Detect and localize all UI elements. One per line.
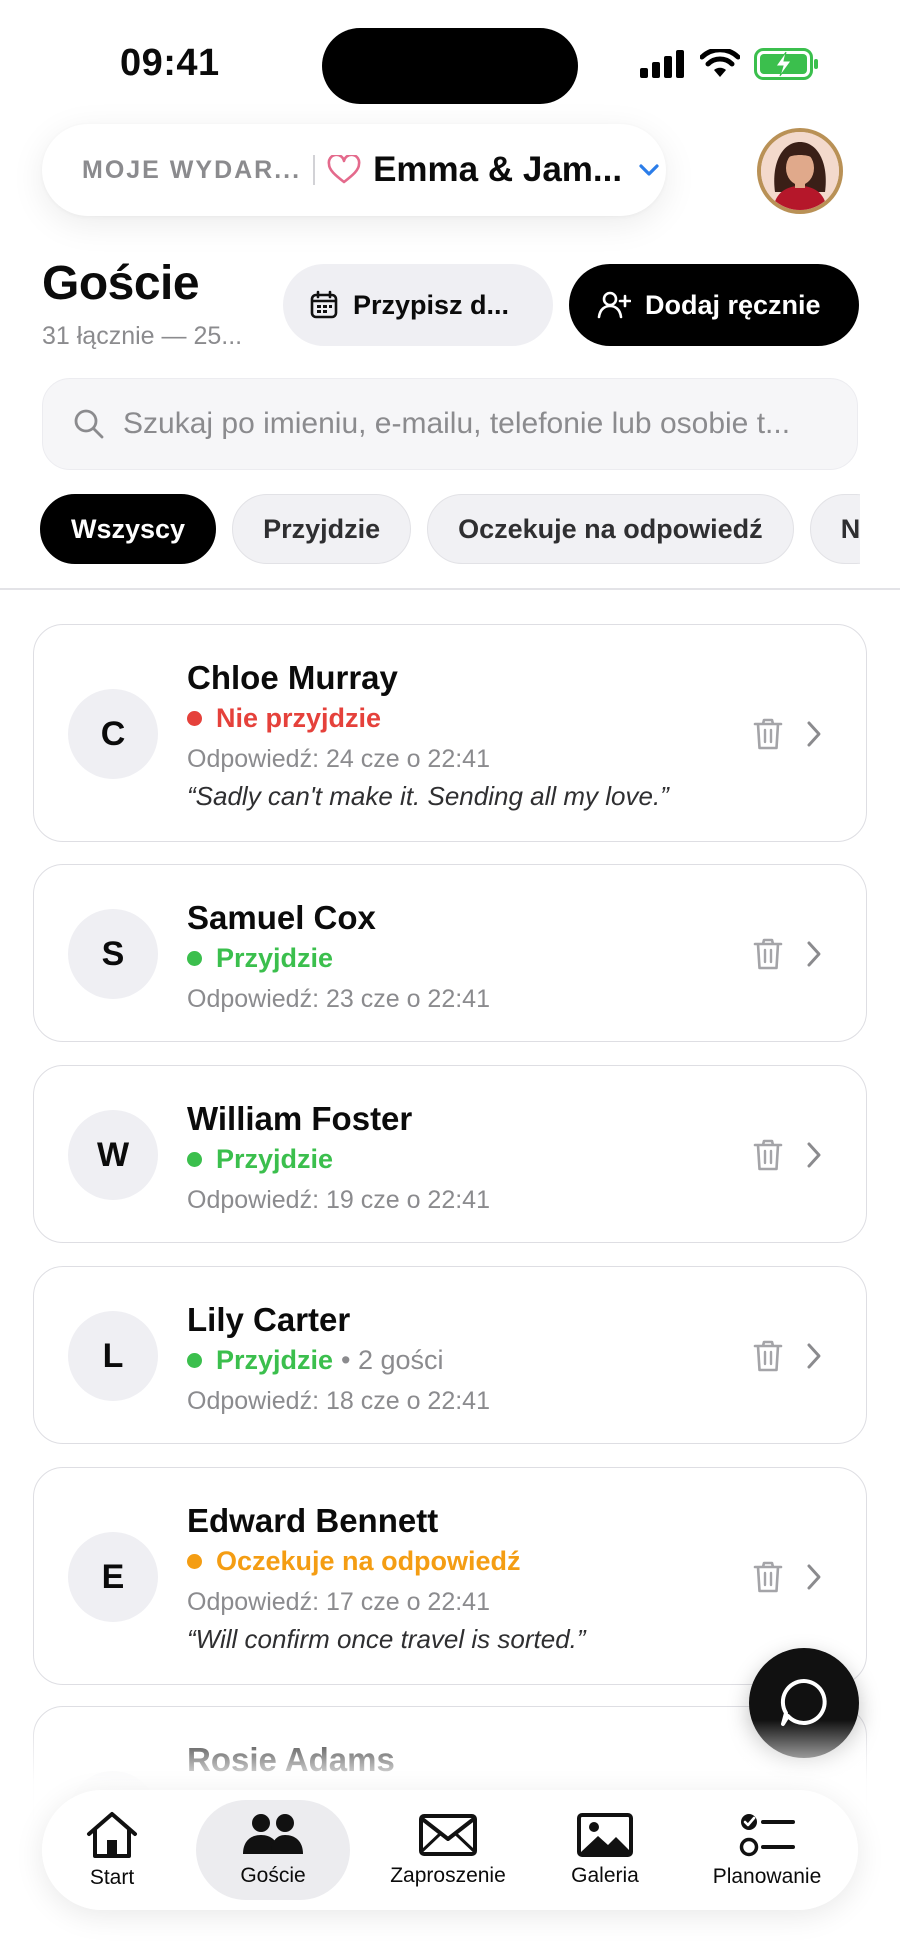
status-bar: 09:41 — [0, 0, 900, 120]
guest-name: William Foster — [187, 1100, 413, 1137]
status-time: 09:41 — [120, 42, 220, 84]
nav-guests-label: Goście — [240, 1864, 306, 1887]
avatar[interactable] — [757, 128, 843, 214]
guest-status-label: Przyjdzie — [216, 1345, 334, 1375]
guest-status-label: Oczekuje na odpowiedź — [216, 1546, 521, 1576]
search-icon — [74, 409, 104, 439]
guest-response-time: Odpowiedź: 19 cze o 22:41 — [187, 1186, 490, 1214]
guest-response-time: Odpowiedź: 24 cze o 22:41 — [187, 745, 490, 773]
event-selector[interactable]: MOJE WYDAR... Emma & Jam... — [42, 124, 666, 216]
guest-name: Lily Carter — [187, 1301, 351, 1338]
guest-card[interactable]: E Edward Bennett Oczekuje na odpowiedź Odpo… — [33, 1467, 867, 1685]
guest-count-subtitle: 31 łącznie — 25... — [42, 322, 243, 350]
calendar-icon — [310, 290, 338, 319]
chevron-down-icon — [639, 164, 659, 176]
guest-initial-avatar: L — [68, 1311, 158, 1401]
guest-party-size: • 2 gości — [341, 1345, 444, 1375]
filter-chips: Wszyscy Przyjdzie Oczekuje na odpowiedź … — [40, 494, 860, 568]
assign-button[interactable]: Przypisz d... — [283, 264, 553, 346]
envelope-icon — [419, 1814, 477, 1856]
guest-status: Nie przyjdzie — [187, 703, 381, 734]
guest-card[interactable]: S Samuel Cox Przyjdzie Odpowiedź: 23 cze o … — [33, 864, 867, 1042]
guest-response-time: Odpowiedź: 18 cze o 22:41 — [187, 1387, 490, 1415]
chevron-right-icon — [807, 721, 821, 747]
add-guest-button-label: Dodaj ręcznie — [645, 289, 821, 320]
nav-start[interactable]: Start — [62, 1800, 162, 1900]
home-icon — [87, 1812, 137, 1858]
guest-initial-avatar: S — [68, 909, 158, 999]
guest-status: Przyjdzie — [187, 1144, 333, 1175]
filter-chip-pending[interactable]: Oczekuje na odpowiedź — [427, 494, 794, 564]
assign-button-label: Przypisz d... — [353, 289, 510, 320]
image-icon — [577, 1813, 633, 1857]
guest-status: Przyjdzie — [187, 943, 333, 974]
guest-card[interactable]: W William Foster Przyjdzie Odpowiedź: 19 cz… — [33, 1065, 867, 1243]
heart-icon — [327, 155, 361, 184]
trash-icon[interactable] — [752, 937, 784, 971]
search-input[interactable] — [123, 407, 823, 441]
bottom-nav: Start Goście Zaproszenie Galeria Planowa… — [42, 1790, 858, 1910]
guest-status-label: Przyjdzie — [216, 1144, 334, 1174]
guest-status: Oczekuje na odpowiedź — [187, 1546, 521, 1577]
dynamic-island — [322, 28, 578, 104]
trash-icon[interactable] — [752, 717, 784, 751]
filter-chip-all[interactable]: Wszyscy — [40, 494, 217, 564]
guest-name: Edward Bennett — [187, 1502, 439, 1539]
status-dot — [187, 1554, 202, 1569]
guest-note: “Will confirm once travel is sorted.” — [187, 1624, 586, 1654]
guest-initial-avatar: E — [68, 1532, 158, 1622]
battery-charging-icon — [754, 48, 818, 80]
chevron-right-icon — [807, 1142, 821, 1168]
status-dot — [187, 951, 202, 966]
guest-name: Chloe Murray — [187, 659, 398, 696]
nav-invitation[interactable]: Zaproszenie — [368, 1800, 528, 1900]
nav-invitation-label: Zaproszenie — [390, 1864, 506, 1887]
trash-icon[interactable] — [752, 1560, 784, 1594]
trash-icon[interactable] — [752, 1339, 784, 1373]
event-selector-divider — [313, 155, 316, 185]
guest-response-time: Odpowiedź: 17 cze o 22:41 — [187, 1588, 490, 1616]
nav-planning-label: Planowanie — [712, 1865, 822, 1888]
status-dot — [187, 1152, 202, 1167]
guest-card[interactable]: C Chloe Murray Nie przyjdzie Odpowiedź: 24 … — [33, 624, 867, 842]
event-name: Emma & Jam... — [373, 150, 623, 189]
guest-card[interactable]: L Lily Carter Przyjdzie • 2 gości Odpowiedź:… — [33, 1266, 867, 1444]
nav-planning[interactable]: Planowanie — [692, 1800, 842, 1900]
nav-gallery[interactable]: Galeria — [550, 1800, 660, 1900]
guest-response-time: Odpowiedź: 23 cze o 22:41 — [187, 985, 490, 1013]
guest-status-label: Przyjdzie — [216, 943, 334, 973]
nav-gallery-label: Galeria — [571, 1864, 639, 1887]
guest-status: Przyjdzie • 2 gości — [187, 1345, 444, 1376]
add-guest-button[interactable]: Dodaj ręcznie — [569, 264, 859, 346]
wifi-icon — [700, 49, 740, 77]
event-selector-label: MOJE WYDAR... — [82, 155, 302, 184]
signal-icon — [640, 50, 684, 78]
guest-name: Samuel Cox — [187, 899, 376, 936]
people-icon — [243, 1814, 303, 1854]
status-icons — [640, 48, 820, 80]
status-dot — [187, 711, 202, 726]
guest-initial-avatar: W — [68, 1110, 158, 1200]
filter-chip-declined[interactable]: N — [809, 494, 860, 564]
nav-guests[interactable]: Goście — [196, 1800, 350, 1900]
add-person-icon — [597, 291, 631, 319]
search-bar — [42, 378, 858, 470]
nav-start-label: Start — [89, 1866, 135, 1889]
header-divider — [0, 588, 900, 590]
guest-status-label: Nie przyjdzie — [216, 703, 382, 733]
profile-photo — [761, 132, 839, 210]
chevron-right-icon — [807, 941, 821, 967]
trash-icon[interactable] — [752, 1138, 784, 1172]
chevron-right-icon — [807, 1564, 821, 1590]
status-dot — [187, 1353, 202, 1368]
checklist-icon — [739, 1814, 795, 1857]
filter-chip-attending[interactable]: Przyjdzie — [232, 494, 412, 564]
guest-note: “Sadly can't make it. Sending all my lov… — [187, 781, 669, 811]
page-title: Goście — [42, 257, 200, 310]
guest-initial-avatar: C — [68, 689, 158, 779]
chevron-right-icon — [807, 1343, 821, 1369]
